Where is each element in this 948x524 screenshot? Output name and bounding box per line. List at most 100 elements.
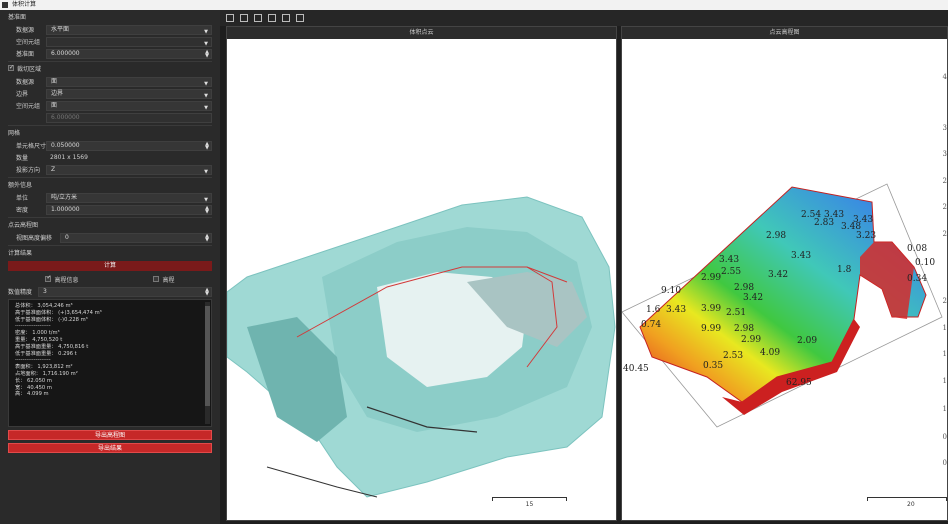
heatmap-value-label: 62.95 — [786, 378, 812, 388]
scale-bar-label: 15 — [525, 501, 534, 508]
section-result-title: 计算结果 — [8, 250, 33, 257]
extra-density-label: 密度 — [16, 207, 29, 214]
heatmap-value-label: 9.99 — [701, 324, 721, 334]
extra-unit-row: 单位 吨/立方米 ▼ — [8, 192, 212, 203]
base-element-select[interactable]: ▼ — [46, 36, 212, 47]
result-line: 低于基准面重量： 0.296 t — [15, 350, 77, 357]
result-textbox[interactable]: 总体积： 3,054,246 m³ 高于基准面体积： (+)3,654,474 … — [8, 299, 212, 427]
heatmap-value-label: 0.10 — [915, 258, 935, 268]
view-right-icon[interactable] — [268, 14, 276, 22]
heatmap-offset-row: 视图高度偏移 0 ▲ ▼ — [8, 232, 212, 243]
heatmap-value-label: 3.42 — [768, 270, 788, 280]
result-line: 高： 4.099 m — [15, 391, 49, 398]
spin-arrows-icon[interactable]: ▲ ▼ — [205, 287, 209, 296]
view-front-icon[interactable] — [226, 14, 234, 22]
export-heatmap-button[interactable]: 导出高程图 — [8, 430, 212, 440]
grid-count-label: 数量 — [16, 155, 29, 162]
scale-bar: 15 — [492, 497, 567, 508]
extra-density-row: 密度 1.000000 ▲ ▼ — [8, 204, 212, 215]
base-element-row: 空间元组 ▼ — [8, 36, 212, 47]
base-height-label: 基准面 — [16, 51, 35, 58]
point-cloud-viewer[interactable]: 体积点云 15 — [226, 26, 617, 521]
extra-density-spinbox[interactable]: 1.000000 ▲ ▼ — [46, 204, 212, 215]
spin-arrows-icon[interactable]: ▲ ▼ — [205, 141, 209, 150]
point-cloud-render — [227, 196, 616, 498]
spin-arrows-icon[interactable]: ▲ ▼ — [205, 205, 209, 214]
heatmap-value-label: 0.35 — [703, 361, 723, 371]
divider — [8, 125, 212, 126]
view-top-icon[interactable] — [282, 14, 290, 22]
clip-source-label: 数据源 — [16, 79, 35, 86]
clip-boundary-row: 边界 边界 ▼ — [8, 88, 212, 99]
elevation-toggle[interactable]: 高程 — [153, 275, 175, 284]
heatmap-viewer[interactable]: 点云高程图 2.54 3.43 2.83 3.43 3.48 2.98 3.23 0.08 0.… — [621, 26, 948, 521]
heatmap-value-label: 3.43 — [666, 305, 686, 315]
heatmap-value-label: 2.55 — [721, 267, 741, 277]
spin-arrows-icon[interactable]: ▲ ▼ — [205, 49, 209, 58]
chevron-down-icon: ▼ — [204, 168, 208, 175]
axis-tick: 2 — [942, 230, 947, 238]
section-grid-title: 网格 — [8, 130, 21, 137]
grid-cell-label: 单元格尺寸 — [16, 143, 47, 150]
spin-arrows-icon[interactable]: ▲ ▼ — [205, 233, 209, 242]
heatmap-value-label: 2.99 — [701, 273, 721, 283]
export-result-button[interactable]: 导出结果 — [8, 443, 212, 453]
result-line: 低于基准面体积： (-)0.228 m³ — [15, 316, 88, 323]
extra-unit-select[interactable]: 吨/立方米 ▼ — [46, 192, 212, 203]
base-height-spinbox[interactable]: 6.000000 ▲ ▼ — [46, 48, 212, 59]
heatmap-value-label: 0.74 — [641, 320, 661, 330]
heatmap-value-label: 2.98 — [734, 283, 754, 293]
result-line: 表面积： 1,923,812 m² — [15, 364, 73, 371]
precision-spinbox[interactable]: 3 ▲ ▼ — [38, 286, 212, 297]
base-source-select[interactable]: 水平面 ▼ — [46, 24, 212, 35]
heatmap-value-label: 2.51 — [726, 308, 746, 318]
chevron-down-icon: ▼ — [204, 80, 208, 87]
heatmap-value-label: 2.53 — [723, 351, 743, 361]
view-back-icon[interactable] — [240, 14, 248, 22]
clip-checkbox[interactable] — [8, 63, 14, 73]
title-bar: 体积计算 — [0, 0, 948, 10]
section-clip-title[interactable]: 裁切区域 — [8, 63, 212, 75]
calculate-button[interactable]: 计算 — [8, 261, 212, 271]
axis-tick: 3 — [942, 124, 947, 132]
chevron-down-icon: ▼ — [204, 28, 208, 35]
elevation-info-toggle[interactable]: 高程信息 — [45, 274, 79, 284]
precision-label: 数值精度 — [8, 289, 33, 296]
section-heatmap-title: 点云高程图 — [8, 222, 39, 229]
clip-height-field[interactable]: 6.000000 — [46, 112, 212, 123]
heatmap-value-label: 3.23 — [856, 231, 876, 241]
result-scrollbar[interactable] — [205, 302, 210, 424]
heatmap-value-label: 3.42 — [743, 293, 763, 303]
base-height-row: 基准面 6.000000 ▲ ▼ — [8, 48, 212, 59]
view-iso-icon[interactable] — [296, 14, 304, 22]
scrollbar-thumb[interactable] — [205, 306, 210, 406]
clip-source-select[interactable]: 面 ▼ — [46, 76, 212, 87]
view-left-icon[interactable] — [254, 14, 262, 22]
heatmap-value-label: 2.98 — [766, 231, 786, 241]
axis-tick: 0 — [942, 459, 947, 467]
scale-bar-label: 20 — [907, 501, 915, 508]
clip-boundary-label: 边界 — [16, 91, 29, 98]
heatmap-value-label: 1.6 — [646, 305, 661, 315]
section-base-title: 基准面 — [8, 14, 27, 21]
clip-boundary-select[interactable]: 边界 ▼ — [46, 88, 212, 99]
axis-tick: 1 — [942, 377, 947, 385]
heatmap-value-label: 2.98 — [734, 324, 754, 334]
elevation-checkbox[interactable] — [153, 275, 160, 282]
heatmap-offset-spinbox[interactable]: 0 ▲ ▼ — [60, 232, 212, 243]
precision-row: 数值精度 3 ▲ ▼ — [8, 286, 212, 297]
grid-cell-spinbox[interactable]: 0.050000 ▲ ▼ — [46, 140, 212, 151]
clip-height-row: 6.000000 — [8, 112, 212, 123]
sidebar: 基准面 数据源 水平面▼ 空间元组 ▼ 基准面 6.000000▲▼ 裁切区域 … — [0, 10, 220, 524]
grid-direction-select[interactable]: Z ▼ — [46, 164, 212, 175]
clip-element-select[interactable]: 面 ▼ — [46, 100, 212, 111]
grid-direction-row: 投影方向 Z ▼ — [8, 164, 212, 175]
chevron-down-icon: ▼ — [204, 40, 208, 47]
window-title: 体积计算 — [12, 1, 37, 8]
result-line: 重量： 4,750,520 t — [15, 336, 63, 343]
elevation-info-checkbox[interactable] — [45, 274, 52, 282]
view-toolbar — [220, 10, 948, 26]
grid-count-value: 2801 x 1569 — [50, 154, 88, 161]
heatmap-value-label: 1.8 — [837, 265, 852, 275]
chevron-down-icon: ▼ — [204, 104, 208, 111]
